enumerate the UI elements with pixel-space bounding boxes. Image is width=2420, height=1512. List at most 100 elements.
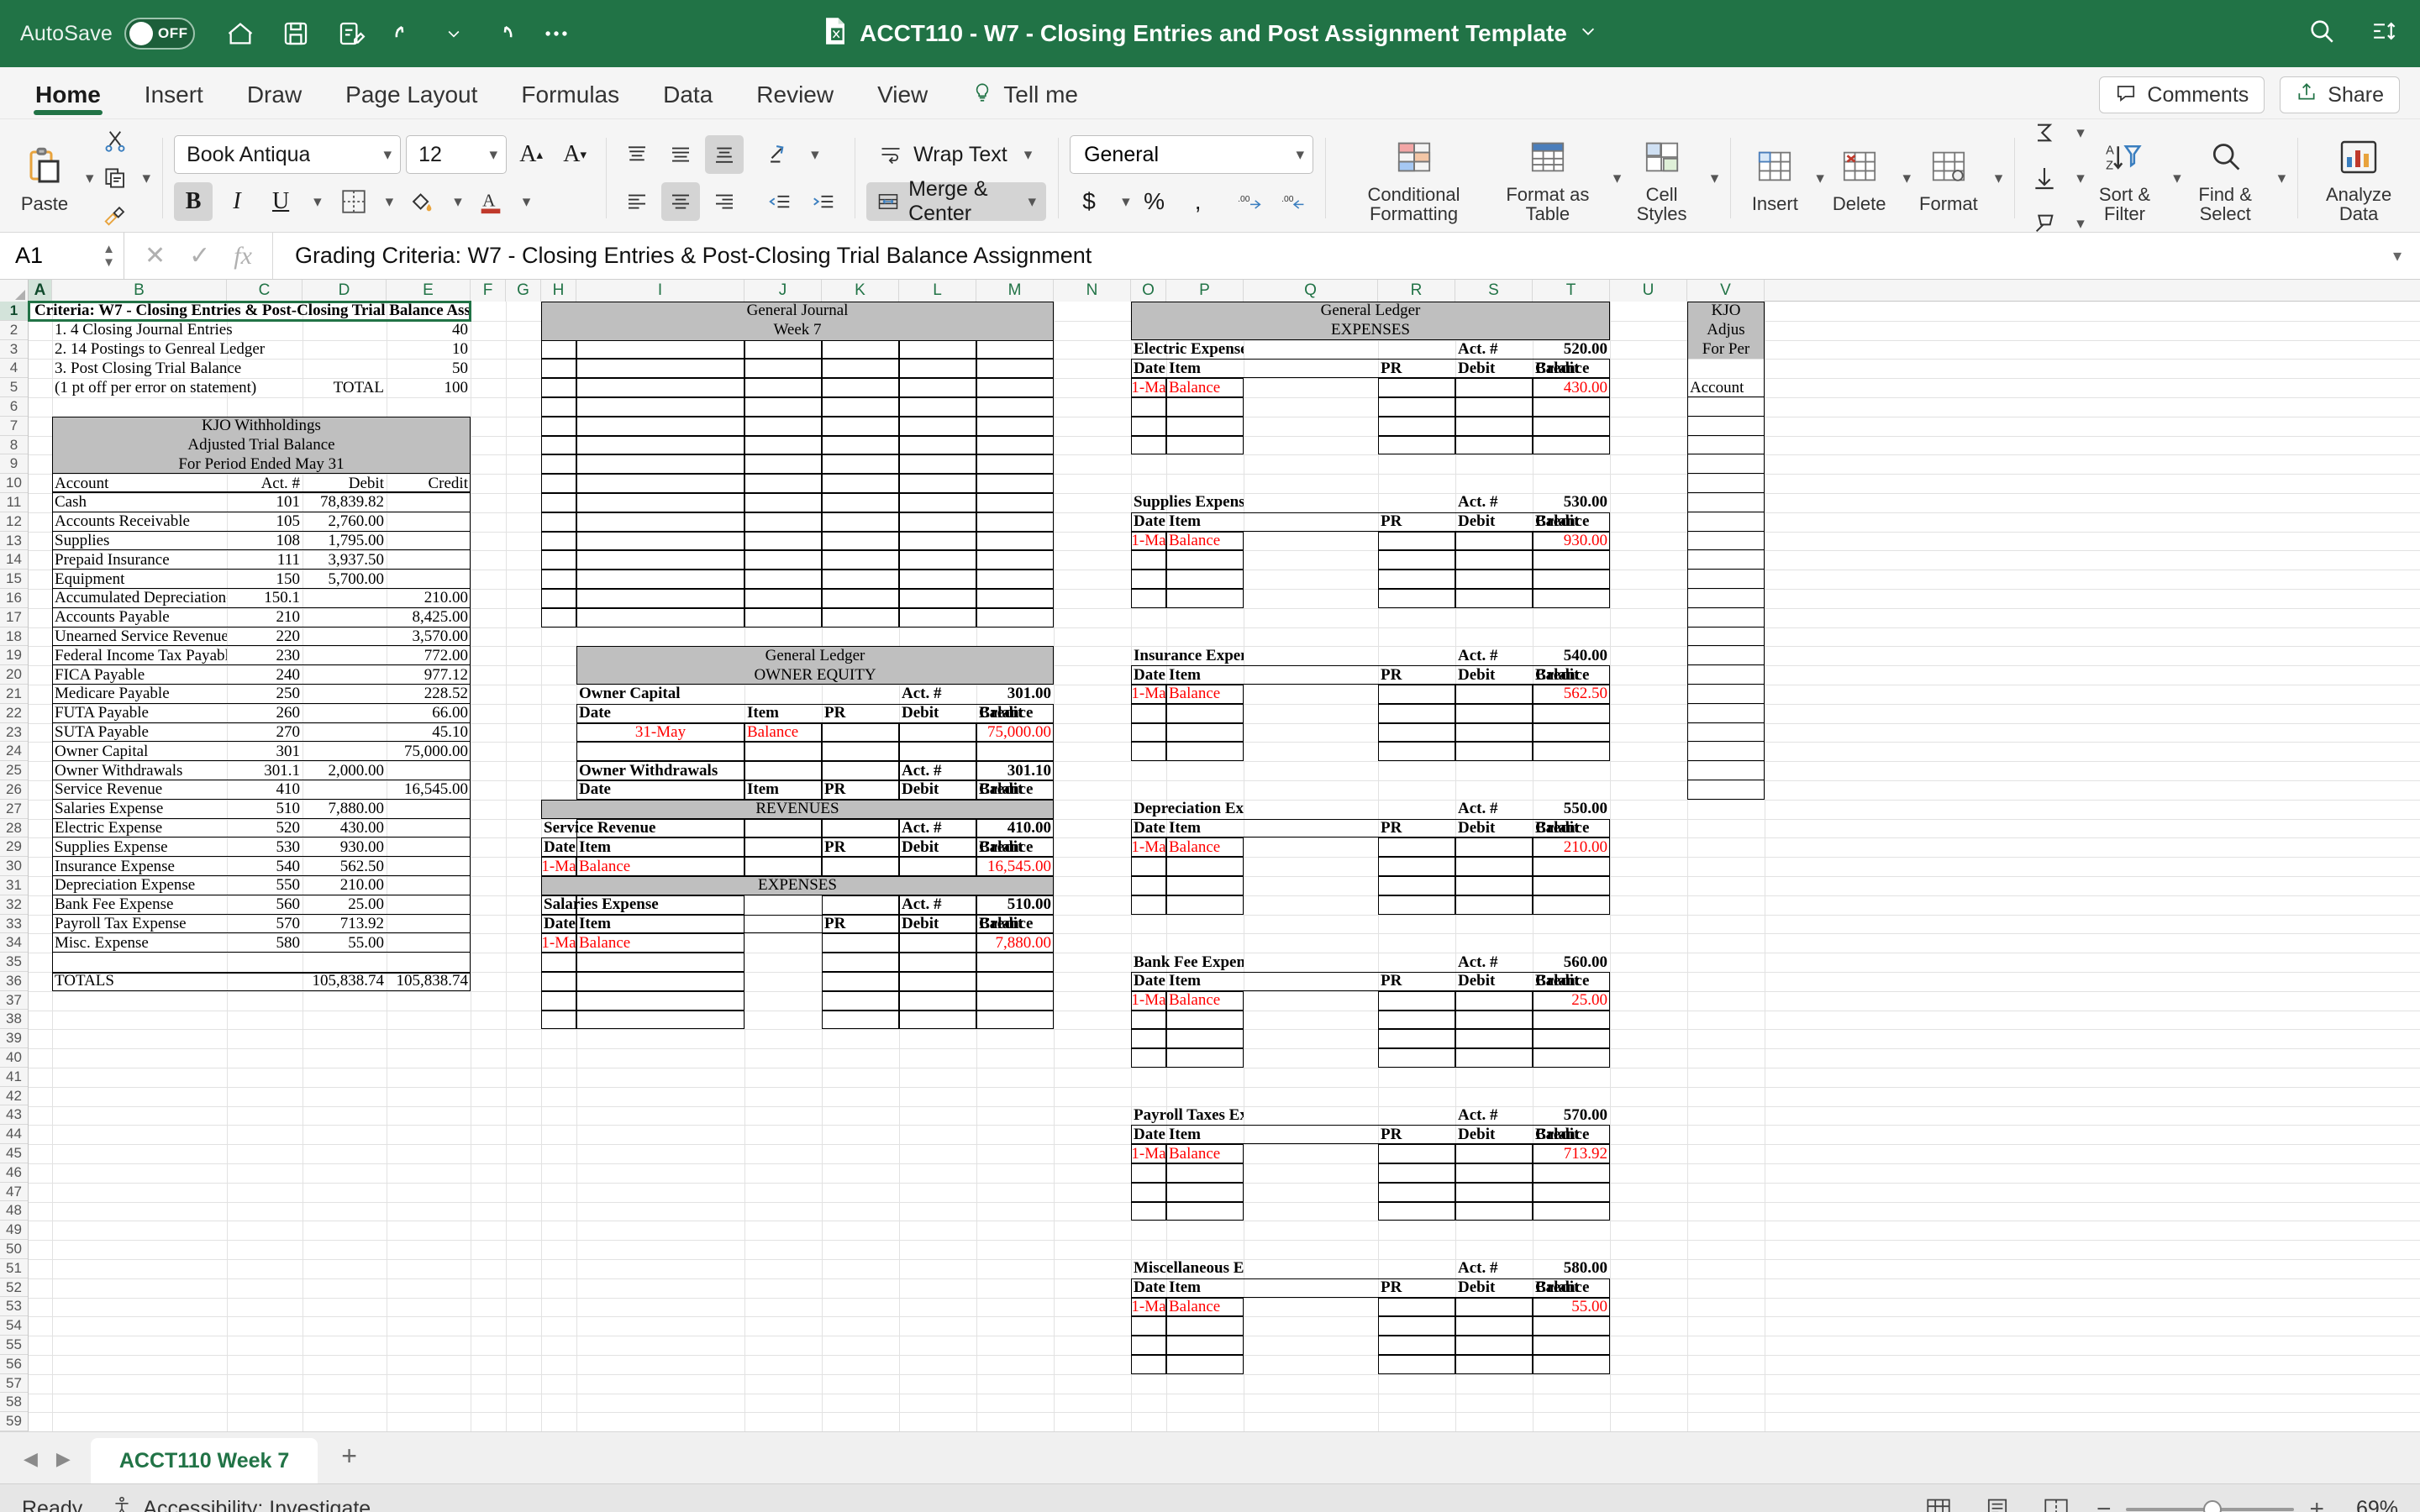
- row-header-42[interactable]: 42: [0, 1086, 28, 1106]
- column-header-l[interactable]: L: [899, 280, 976, 302]
- trial-balance-credit[interactable]: 977.12: [387, 665, 471, 685]
- format-dropdown-icon[interactable]: ▾: [1995, 169, 2003, 188]
- ledger-right-3-entry-cell[interactable]: [1455, 703, 1533, 723]
- ledger-salaries-expense-entry-cell[interactable]: [976, 1010, 1054, 1030]
- trial-balance-account-name[interactable]: Salaries Expense: [52, 800, 227, 819]
- trial-balance-credit[interactable]: [387, 933, 471, 953]
- sheet-nav-arrows[interactable]: ◀ ▶: [17, 1448, 91, 1483]
- name-box[interactable]: A1 ▲ ▼: [0, 233, 124, 279]
- cancel-formula-icon[interactable]: ✕: [145, 241, 166, 270]
- ledger-right-4-entry-cell[interactable]: [1378, 895, 1455, 915]
- general-journal-cell[interactable]: [822, 454, 899, 475]
- tab-review[interactable]: Review: [734, 71, 855, 118]
- sheet-tab-acct110-week-7[interactable]: ACCT110 Week 7: [90, 1438, 318, 1483]
- row-header-59[interactable]: 59: [0, 1412, 28, 1431]
- trial-balance-account-number[interactable]: 230: [227, 646, 302, 665]
- column-header-f[interactable]: F: [471, 280, 506, 302]
- ledger-salaries-expense-col-balance[interactable]: Balance: [976, 915, 1054, 934]
- ledger-right-7-col-debit[interactable]: Debit: [1455, 1278, 1533, 1298]
- trial-balance-account-name[interactable]: Owner Withdrawals: [52, 761, 227, 780]
- trial-balance-credit[interactable]: [387, 570, 471, 589]
- trial-balance-account-name[interactable]: Payroll Tax Expense: [52, 915, 227, 934]
- ledger-salaries-expense-entry-cell[interactable]: [976, 990, 1054, 1011]
- ledger-salaries-expense-entry-cell[interactable]: [976, 972, 1054, 991]
- ledger-service-revenue-entry-cell[interactable]: [899, 933, 976, 953]
- ledger-right-2-entry-cell[interactable]: [1166, 570, 1244, 589]
- general-journal-cell[interactable]: [899, 607, 976, 627]
- ledger-right-5-entry-balance[interactable]: 25.00: [1533, 991, 1610, 1011]
- general-journal-title[interactable]: General Journal: [541, 302, 1054, 321]
- trial-balance-debit[interactable]: [302, 780, 387, 800]
- ledger-right-6-name[interactable]: Payroll Taxes Expense: [1131, 1106, 1244, 1126]
- row-header-43[interactable]: 43: [0, 1105, 28, 1126]
- increase-indent-button[interactable]: [804, 182, 843, 221]
- ledger-right-6-col-date[interactable]: Date: [1131, 1125, 1166, 1144]
- ledger-right-5-act-label[interactable]: Act. #: [1455, 953, 1533, 972]
- ledger-right-5-entry-cell[interactable]: [1166, 1010, 1244, 1030]
- ledger-right-5-entry-cell[interactable]: [1131, 1048, 1166, 1068]
- ledger-right-1-entry-cell[interactable]: [1533, 416, 1610, 436]
- ledger-right-7-entry-cell[interactable]: [1533, 1316, 1610, 1336]
- ledger-right-5-act-number[interactable]: 560.00: [1533, 953, 1610, 972]
- trial-balance-credit[interactable]: 45.10: [387, 723, 471, 743]
- merge-center-button[interactable]: Merge & Center ▾: [866, 177, 1047, 225]
- row-header-33[interactable]: 33: [0, 914, 28, 934]
- row-header-34[interactable]: 34: [0, 933, 28, 953]
- ledger-right-7-entry-cell[interactable]: [1166, 1336, 1244, 1355]
- ledger-right-1-entry-cell[interactable]: [1455, 416, 1533, 436]
- ledger-salaries-expense-entry-cell[interactable]: [976, 953, 1054, 972]
- ledger-right-4-entry-cell[interactable]: [1378, 876, 1455, 895]
- general-journal-cell[interactable]: [899, 550, 976, 570]
- ledger-right-6-entry-date[interactable]: 31-May: [1131, 1144, 1166, 1163]
- row-header-55[interactable]: 55: [0, 1336, 28, 1355]
- ledger-salaries-expense-entry-balance[interactable]: 7,880.00: [976, 933, 1054, 953]
- ledger-right-1-entry-cell[interactable]: [1533, 435, 1610, 455]
- ledger-right-7-col-pr[interactable]: PR: [1378, 1278, 1455, 1298]
- general-journal-cell[interactable]: [899, 454, 976, 475]
- general-journal-cell[interactable]: [976, 454, 1054, 475]
- ledger-right-3-entry-balance[interactable]: 562.50: [1533, 685, 1610, 704]
- ledger-owner-capital-entry-balance[interactable]: 75,000.00: [976, 723, 1054, 743]
- row-header-58[interactable]: 58: [0, 1393, 28, 1413]
- row-header-49[interactable]: 49: [0, 1221, 28, 1241]
- row-header-27[interactable]: 27: [0, 799, 28, 819]
- ledger-right-3-entry-cell[interactable]: [1378, 703, 1455, 723]
- row-header-11[interactable]: 11: [0, 492, 28, 512]
- ledger-right-4-name[interactable]: Depreciation Expense: [1131, 800, 1244, 819]
- ledger-right-2-name[interactable]: Supplies Expense: [1131, 493, 1244, 512]
- ledger-salaries-expense-entry-cell[interactable]: [576, 1010, 744, 1030]
- general-journal-cell[interactable]: [976, 339, 1054, 360]
- clear-icon[interactable]: [2026, 205, 2063, 242]
- trial-balance-account-number[interactable]: 111: [227, 550, 302, 570]
- comments-button[interactable]: Comments: [2099, 76, 2265, 113]
- trial-balance-account-name[interactable]: FUTA Payable: [52, 704, 227, 723]
- fill-icon[interactable]: [2026, 160, 2063, 197]
- general-journal-cell[interactable]: [744, 550, 822, 570]
- ledger-right-1-entry-cell[interactable]: [1166, 397, 1244, 417]
- ledger-right-5-entry-cell[interactable]: [1378, 990, 1455, 1011]
- row-header-57[interactable]: 57: [0, 1373, 28, 1394]
- row-header-25[interactable]: 25: [0, 761, 28, 780]
- ledger-right-2-entry-cell[interactable]: [1378, 589, 1455, 608]
- trial-balance-account-name[interactable]: Accumulated Depreciation- Equipment: [52, 589, 227, 608]
- general-journal-cell[interactable]: [744, 454, 822, 475]
- ledger-right-4-entry-cell[interactable]: [1131, 895, 1166, 915]
- ledger-right-3-entry-cell[interactable]: [1166, 722, 1244, 743]
- far-right-col-account[interactable]: Account: [1687, 378, 1765, 397]
- ledger-owner-capital-col-debit[interactable]: Debit: [899, 704, 976, 723]
- column-header-i[interactable]: I: [576, 280, 744, 302]
- row-header-35[interactable]: 35: [0, 953, 28, 972]
- row-header-19[interactable]: 19: [0, 646, 28, 666]
- ledger-right-5-entry-date[interactable]: 31-May: [1131, 991, 1166, 1011]
- ledger-right-5-entry-cell[interactable]: [1533, 1029, 1610, 1049]
- ledger-right-5-col-pr[interactable]: PR: [1378, 972, 1455, 991]
- general-journal-cell[interactable]: [744, 474, 822, 493]
- trial-balance-account-number[interactable]: 560: [227, 895, 302, 915]
- ledger-right-5-name[interactable]: Bank Fee Expense: [1131, 953, 1244, 972]
- ledger-right-2-entry-balance[interactable]: 930.00: [1533, 532, 1610, 551]
- trial-balance-col-account[interactable]: Account: [52, 474, 227, 493]
- ledger-right-3-act-label[interactable]: Act. #: [1455, 646, 1533, 665]
- ledger-right-6-entry-cell[interactable]: [1533, 1163, 1610, 1183]
- ledger-right-3-entry-cell[interactable]: [1533, 722, 1610, 743]
- ledger-right-1-entry-item[interactable]: Balance: [1166, 378, 1244, 397]
